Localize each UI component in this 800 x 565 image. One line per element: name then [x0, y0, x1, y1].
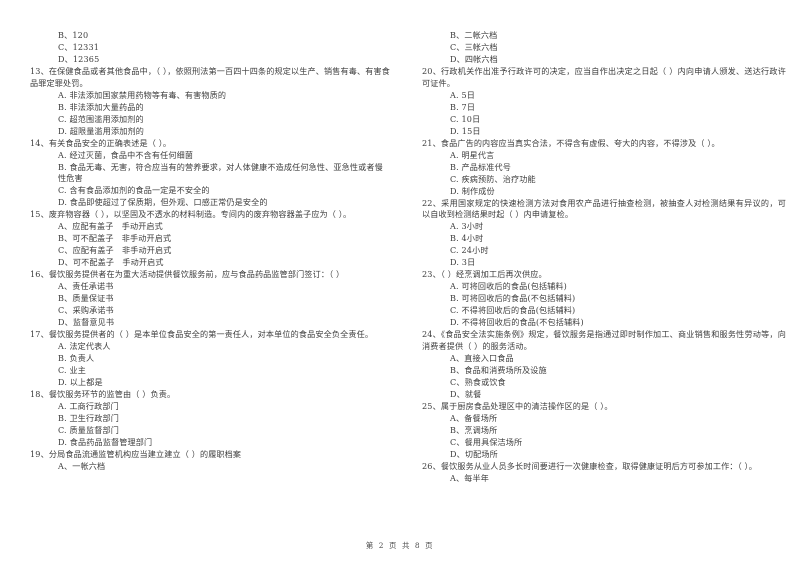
list-item: C. 疾病预防、治疗功能 [450, 173, 536, 184]
list-item: A、一帐六档 [58, 461, 106, 471]
list-item: B. 卫生行政部门 [58, 413, 120, 423]
list-item: D、四帐六档 [450, 54, 498, 64]
list-item: B. 可将回收后的食品(不包括辅料) [450, 293, 576, 303]
question-stem: 19、分局食品流通监管机构应当建立建立（ ）的履职档案 [30, 449, 242, 459]
question-stem: 23、（ ）经烹调加工后再次供应。 [422, 269, 547, 279]
list-item: A. 3小时 [450, 221, 484, 231]
list-item: A、直接入口食品 [450, 352, 514, 363]
list-item: A. 5日 [450, 89, 475, 100]
list-item: B、可不配盖子 非手动开启式 [58, 233, 172, 243]
list-item: D. 15日 [450, 125, 481, 136]
list-item: A. 法定代表人 [58, 341, 111, 351]
list-item: D、可不配盖子 手动开启式 [58, 257, 164, 267]
list-item: A. 非法添加国家禁用药物等有毒、有害物质的 [58, 89, 227, 100]
left-column: B、120 C、12331 D、12365 13、在保健食品或者其他食品中，（ … [0, 30, 400, 473]
exam-page: B、120 C、12331 D、12365 13、在保健食品或者其他食品中，（ … [0, 0, 800, 565]
list-item: D. 超限量滥用添加剂的 [58, 125, 144, 136]
list-item: D. 不得将回收后的食品(不包括辅料) [450, 317, 584, 327]
list-item: D、就餐 [450, 388, 482, 399]
list-item: B、质量保证书 [58, 293, 114, 303]
list-item: C. 10日 [450, 113, 481, 124]
list-item: D、监督意见书 [58, 317, 115, 327]
list-item: C、应配有盖子 非手动开启式 [58, 245, 172, 255]
list-item: D. 食品即使超过了保质期，但外观、口感正常仍是安全的 [58, 197, 268, 207]
list-item: A、责任承诺书 [58, 281, 114, 291]
list-item: A. 明星代言 [450, 149, 495, 160]
list-item: A. 工商行政部门 [58, 401, 119, 411]
list-item: B、120 [58, 30, 89, 40]
list-item: C. 24小时 [450, 245, 489, 255]
question-stem: 15、废弃物容器（ ），以坚固及不透水的材料制造。专间内的废弃物容器盖子应为（ … [30, 209, 352, 219]
list-item: A. 经过灭菌，食品中不含有任何细菌 [58, 149, 194, 160]
question-stem: 24、《食品安全法实施条例》规定，餐饮服务是指通过即时制作加工、商业销售和服务性… [422, 329, 786, 351]
list-item: C. 含有食品添加剂的食品一定是不安全的 [58, 185, 210, 195]
list-item: B、二帐六档 [450, 30, 498, 40]
list-item: B. 非法添加大量药品的 [58, 101, 144, 112]
question-stem: 22、采用国家规定的快速检测方法对食用农产品进行抽查检测，被抽查人对检测结果有异… [422, 197, 786, 220]
list-item: C. 业主 [58, 365, 86, 375]
question-stem: 26、餐饮服务从业人员多长时间要进行一次健康检查，取得健康证明后方可参加工作：（… [422, 460, 757, 471]
question-stem: 18、餐饮服务环节的监管由（ ）负责。 [30, 389, 176, 399]
list-item: C. 不得将回收后的食品(包括辅料) [450, 305, 576, 315]
list-item: B. 负责人 [58, 353, 95, 363]
question-stem: 17、餐饮服务提供者的（ ）是本单位食品安全的第一责任人，对本单位的食品安全负全… [30, 329, 374, 339]
list-item: D、切配场所 [450, 448, 498, 459]
list-item: A、每半年 [450, 472, 489, 483]
list-item: C、餐用具保洁场所 [450, 436, 523, 447]
list-item: D. 以上都是 [58, 377, 103, 387]
list-item: B. 7日 [450, 101, 476, 112]
two-column-body: B、120 C、12331 D、12365 13、在保健食品或者其他食品中，（ … [0, 30, 800, 485]
list-item: D、12365 [58, 54, 100, 64]
page-footer: 第 2 页 共 8 页 [365, 541, 435, 550]
list-item: C、三帐六档 [450, 42, 498, 52]
question-stem: 20、行政机关作出准予行政许可的决定，应当自作出决定之日起（ ）内向申请人颁发、… [422, 66, 786, 88]
list-item: C、熟食或饮食 [450, 376, 506, 387]
question-stem: 14、有关食品安全的正确表述是（ ）。 [30, 137, 172, 148]
list-item: D. 3日 [450, 257, 476, 267]
list-item: C. 超范围滥用添加剂的 [58, 113, 144, 124]
right-column: B、二帐六档 C、三帐六档 D、四帐六档 20、行政机关作出准予行政许可的决定，… [400, 30, 800, 485]
list-item: B. 产品标准代号 [450, 161, 512, 172]
list-item: A. 可将回收后的食品(包括辅料) [450, 281, 567, 291]
list-item: B、食品和消费场所及设施 [450, 364, 547, 375]
question-stem: 21、食品广告的内容应当真实合法，不得含有虚假、夸大的内容，不得涉及（ ）。 [422, 137, 720, 148]
list-item: A、应配有盖子 手动开启式 [58, 221, 163, 231]
list-item: C. 质量监督部门 [58, 425, 119, 435]
question-stem: 13、在保健食品或者其他食品中，（ ），依照刑法第一百四十四条的规定以生产、销售… [30, 66, 390, 88]
list-item: C、12331 [58, 42, 100, 52]
list-item: B. 食品无毒、无害，符合应当有的营养要求，对人体健康不造成任何急性、亚急性或者… [58, 161, 383, 184]
list-item: D. 制作成份 [450, 185, 495, 196]
list-item: D. 食品药品监督管理部门 [58, 437, 153, 447]
list-item: B. 4小时 [450, 233, 484, 243]
list-item: A、备餐场所 [450, 412, 498, 423]
question-stem: 25、属于厨房食品处理区中的清洁操作区的是（ ）。 [422, 400, 613, 411]
list-item: C、采购承诺书 [58, 305, 114, 315]
question-stem: 16、餐饮服务提供者在为重大活动提供餐饮服务前，应与食品药品监管部门签订：（ ） [30, 269, 345, 279]
list-item: B、烹调场所 [450, 424, 498, 435]
